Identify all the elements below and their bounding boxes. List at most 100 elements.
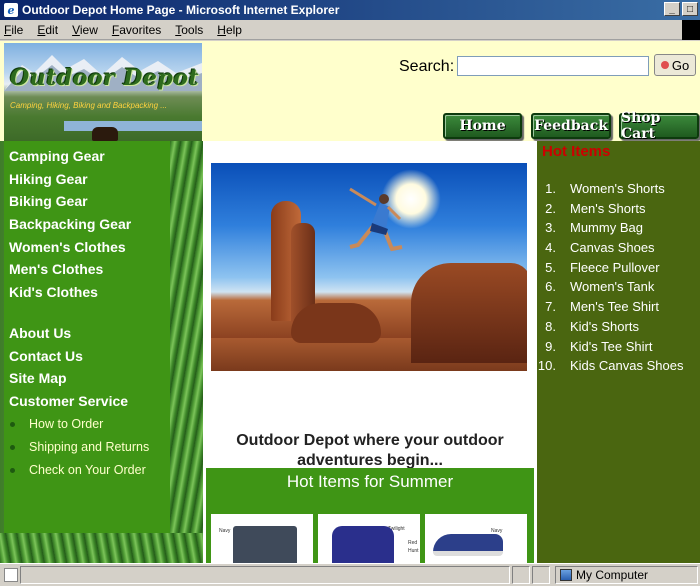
product-tag: Red [408, 540, 418, 546]
rock-right [411, 263, 527, 363]
sub-link-label: Check on Your Order [29, 463, 146, 478]
grass-graphic-bottom [0, 533, 203, 563]
site-logo[interactable]: Outdoor Depot Camping, Hiking, Biking an… [4, 43, 202, 141]
security-zone: My Computer [555, 566, 698, 584]
menu-view[interactable]: View [72, 23, 98, 37]
hot-item[interactable]: 5. Fleece Pullover [537, 260, 700, 275]
menu-bar: File Edit View Favorites Tools Help [0, 20, 700, 40]
hot-item-number: 5. [545, 259, 556, 275]
logo-title: Outdoor Depot [10, 65, 200, 91]
moose-graphic [92, 127, 118, 141]
maximize-button[interactable]: □ [682, 2, 698, 16]
sub-link-label: How to Order [29, 417, 104, 432]
nav-about-us[interactable]: About Us [9, 322, 170, 345]
page-viewport: Outdoor Depot Camping, Hiking, Biking an… [0, 41, 700, 563]
hot-item[interactable]: 1. Women's Shorts [537, 181, 700, 196]
window-controls: _ □ [664, 2, 698, 16]
left-nav: Camping Gear Hiking Gear Biking Gear Bac… [4, 141, 170, 533]
hot-item-number: 7. [545, 299, 556, 315]
go-icon [660, 61, 669, 69]
bullet-icon [10, 421, 15, 427]
main-content: Outdoor Depot where your outdoor adventu… [203, 141, 537, 563]
hot-item-name: Women's Shorts [570, 181, 665, 196]
hot-item-number: 1. [545, 181, 556, 196]
hero-image [211, 163, 527, 371]
hot-item[interactable]: 6. Women's Tank [537, 279, 700, 294]
hot-item[interactable]: 9. Kid's Tee Shirt [537, 339, 700, 354]
shoe-image [433, 534, 503, 556]
hot-item-number: 4. [545, 240, 556, 256]
hot-item[interactable]: 3. Mummy Bag [537, 220, 700, 235]
hot-item-name: Kid's Tee Shirt [570, 338, 653, 354]
computer-icon [560, 569, 572, 581]
hot-item[interactable]: 7. Men's Tee Shirt [537, 299, 700, 314]
nav-backpacking-gear[interactable]: Backpacking Gear [9, 213, 170, 236]
hot-item-name: Fleece Pullover [570, 259, 660, 275]
go-button[interactable]: Go [654, 54, 696, 76]
hot-item-name: Kid's Shorts [570, 318, 639, 334]
hot-item-name: Men's Shorts [570, 200, 646, 216]
nav-shipping-returns[interactable]: Shipping and Returns [9, 436, 170, 459]
status-text-cell [20, 566, 510, 584]
jumping-hiker-graphic [349, 187, 403, 252]
hot-items-list: 1. Women's Shorts 2. Men's Shorts 3. Mummy … [537, 181, 700, 378]
window-titlebar[interactable]: e Outdoor Depot Home Page - Microsoft In… [0, 0, 700, 20]
left-sidebar: Camping Gear Hiking Gear Biking Gear Bac… [0, 141, 203, 563]
status-bar: My Computer [0, 563, 700, 586]
nav-hiking-gear[interactable]: Hiking Gear [9, 168, 170, 191]
product-canvas-shoes[interactable]: Navy [425, 514, 527, 563]
menu-file[interactable]: File [4, 23, 23, 37]
nav-contact-us[interactable]: Contact Us [9, 345, 170, 368]
feedback-button[interactable]: Feedback [531, 113, 611, 139]
nav-camping-gear[interactable]: Camping Gear [9, 145, 170, 168]
nav-kids-clothes[interactable]: Kid's Clothes [9, 281, 170, 304]
hot-item-number: 3. [545, 220, 556, 236]
hot-item-name: Canvas Shoes [570, 240, 655, 256]
hot-item-number: 6. [545, 279, 556, 295]
hot-items-title: Hot Items [542, 143, 611, 160]
hot-item[interactable]: 2. Men's Shorts [537, 201, 700, 216]
nav-site-map[interactable]: Site Map [9, 367, 170, 390]
rock-mid [291, 303, 381, 343]
hot-item-name: Kids Canvas Shoes [570, 358, 684, 374]
hot-item[interactable]: 8. Kid's Shorts [537, 319, 700, 334]
menu-edit[interactable]: Edit [37, 23, 58, 37]
nav-biking-gear[interactable]: Biking Gear [9, 190, 170, 213]
logo-tagline: Camping, Hiking, Biking and Backpacking … [10, 101, 167, 110]
product-fleece-pullover[interactable]: Twilight Red Hunt [318, 514, 420, 563]
menu-tools[interactable]: Tools [175, 23, 203, 37]
nav-womens-clothes[interactable]: Women's Clothes [9, 236, 170, 259]
hot-items-summer-section: Hot Items for Summer Navy Twilight Red H… [206, 468, 534, 563]
product-mens-shorts[interactable]: Navy [211, 514, 313, 563]
bullet-icon [10, 444, 15, 450]
hot-item[interactable]: 10. Kids Canvas Shoes [537, 358, 700, 373]
hot-item-number: 10. [537, 358, 556, 374]
hot-item-number: 2. [545, 200, 556, 216]
status-cell [512, 566, 530, 584]
windows-logo-icon [682, 20, 700, 40]
search-input[interactable] [457, 56, 649, 76]
hot-item-name: Mummy Bag [570, 220, 643, 236]
search-label: Search: [399, 58, 455, 75]
menu-favorites[interactable]: Favorites [112, 23, 161, 37]
zone-label: My Computer [576, 568, 649, 582]
internet-explorer-icon: e [4, 3, 18, 17]
go-label: Go [671, 57, 690, 73]
nav-customer-service[interactable]: Customer Service [9, 390, 170, 413]
window-title: Outdoor Depot Home Page - Microsoft Inte… [22, 3, 340, 17]
page-icon [4, 568, 18, 582]
minimize-button[interactable]: _ [664, 2, 680, 16]
hot-item[interactable]: 4. Canvas Shoes [537, 240, 700, 255]
hot-item-name: Men's Tee Shirt [570, 299, 659, 315]
menu-help[interactable]: Help [217, 23, 242, 37]
nav-how-to-order[interactable]: How to Order [9, 413, 170, 436]
home-button[interactable]: Home [443, 113, 522, 139]
hot-item-number: 9. [545, 338, 556, 354]
nav-check-order[interactable]: Check on Your Order [9, 459, 170, 482]
shorts-image [233, 526, 297, 563]
hot-items-summer-title: Hot Items for Summer [286, 472, 454, 491]
shop-cart-button[interactable]: Shop Cart [619, 110, 699, 142]
nav-mens-clothes[interactable]: Men's Clothes [9, 258, 170, 281]
lake-graphic [64, 121, 202, 131]
